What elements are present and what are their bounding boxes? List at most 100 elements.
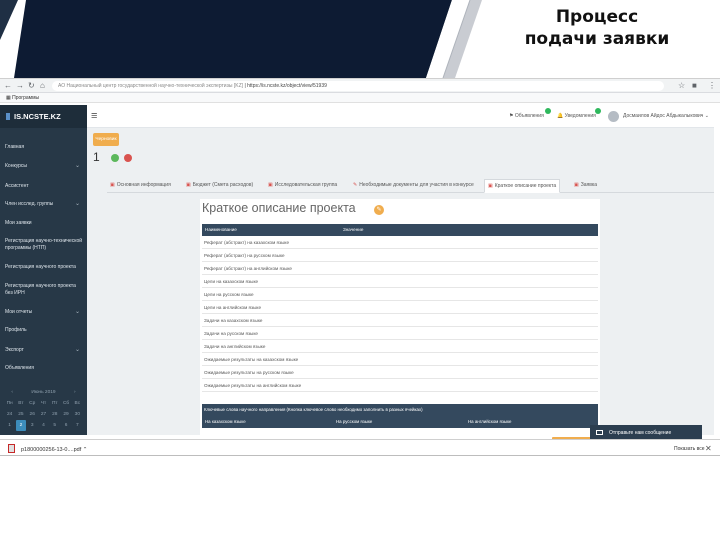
calendar-widget: ‹ Июнь 2019 › Пн Вт Ср Чт Пт Сб Вс 24 25 26 27 28 2… [0,387,87,431]
table-row: Цели на русском языке [202,288,598,301]
chevron-down-icon: ⌄ [74,201,80,207]
sidebar-item-profile[interactable]: Профиль [5,327,83,334]
delete-icon[interactable] [124,154,132,162]
tab-basic-info[interactable]: ▣ Основная информация [107,179,174,193]
brand-logo-icon [6,113,10,120]
mail-icon [596,430,603,435]
calendar-today[interactable]: 2 [15,420,26,431]
address-bar[interactable]: АО Национальный центр государственной на… [52,81,664,91]
announcements-link[interactable]: ⚑ Объявления [509,113,544,119]
announcements-badge [545,108,551,114]
extension-icon[interactable]: ■ [692,81,697,91]
bookmarks-bar: ▦ Программы [0,93,720,103]
presentation-slide: Процесс подачи заявки ← → ↻ ⌂ АО Национа… [0,0,720,540]
budget-icon: ▣ [186,182,191,188]
home-icon[interactable]: ⌂ [40,81,45,90]
tab-documents[interactable]: ✎ Необходимые документы для участия в кон… [350,179,477,193]
back-icon[interactable]: ← [4,81,12,90]
downloads-bar: p1800000256-13-0....pdf ⌃ Показать все ✕ [0,439,720,455]
browser-screenshot: ← → ↻ ⌂ АО Национальный центр государств… [0,78,720,456]
column-value: Значение [343,227,364,232]
sidebar-item-announcements[interactable]: Объявления [5,365,83,372]
sidebar-item-register-project[interactable]: Регистрация научного проекта [5,264,83,271]
group-icon: ▣ [268,182,273,188]
pdf-file-icon [8,444,15,453]
calendar-header: ‹ Июнь 2019 › [0,387,87,398]
table-row: Ожидаемые результаты на русском языке [202,366,598,379]
brand-name: IS.NCSTE.KZ [14,112,61,121]
status-badge: Черновик [93,133,119,146]
documents-icon: ✎ [353,182,358,188]
table-row: Задачи на казахском языке [202,314,598,327]
brand[interactable]: IS.NCSTE.KZ [0,105,87,128]
download-filename: p1800000256-13-0....pdf [21,447,82,453]
keywords-table-header: Ключевые слова научного направления (Кно… [202,404,598,428]
chevron-down-icon: ⌄ [74,309,80,315]
tab-short-description[interactable]: ▣ Краткое описание проекта [484,179,561,193]
avatar[interactable] [608,111,619,122]
edit-icon[interactable]: ✎ [374,205,384,215]
prev-month-icon[interactable]: ‹ [7,387,17,398]
notifications-badge [595,108,601,114]
calendar-week: 1234567 [0,420,87,431]
chat-label: Отправьте нам сообщение [609,430,672,436]
hamburger-menu-icon[interactable]: ≡ [91,110,97,122]
sidebar-item-my-applications[interactable]: Мои заявки [5,220,83,227]
table-row: Реферат (абстракт) на казахском языке [202,236,598,249]
forward-icon[interactable]: → [16,81,24,90]
top-navbar: ≡ ⚑ Объявления 🔔 Уведомления Досмаилов А… [87,105,714,128]
confirm-icon[interactable] [111,154,119,162]
column-name: Наименование [205,227,237,232]
short-description-panel: Краткое описание проекта ✎ Наименование … [200,199,600,435]
sidebar-item-group-member[interactable]: Член исслед. группы ⌄ [5,201,83,208]
tab-bar: ▣ Основная информация ▣ Бюджет (Смета расх… [107,179,714,193]
chevron-down-icon: ⌄ [74,347,80,353]
bookmark-programs[interactable]: Программы [12,95,39,101]
slide-title-line-2: подачи заявки [524,29,670,49]
slide-title-line-1: Процесс [555,7,639,27]
tab-application[interactable]: ▣ Заявка [571,179,600,193]
table-row: Цели на казахском языке [202,275,598,288]
sidebar: IS.NCSTE.KZ Главная Конкурсы ⌄ Ассистент … [0,105,87,435]
table-row: Реферат (абстракт) на русском языке [202,249,598,262]
show-all-downloads[interactable]: Показать все [674,446,705,452]
table-row: Задачи на английском языке [202,340,598,353]
sidebar-item-competitions[interactable]: Конкурсы ⌄ [5,163,83,170]
reload-icon[interactable]: ↻ [28,81,35,90]
star-icon[interactable]: ☆ [678,81,685,91]
tab-research-group[interactable]: ▣ Исследовательская группа [265,179,340,193]
sidebar-item-my-reports[interactable]: Мои отчеты ⌄ [5,309,83,316]
tab-budget[interactable]: ▣ Бюджет (Смета расходов) [183,179,256,193]
description-icon: ▣ [488,183,493,189]
download-item[interactable]: p1800000256-13-0....pdf ⌃ [8,444,87,453]
application-icon: ▣ [574,182,579,188]
table-row: Реферат (абстракт) на английском языке [202,262,598,275]
table-row: Ожидаемые результаты на казахском языке [202,353,598,366]
sidebar-item-assistant[interactable]: Ассистент [5,183,83,190]
slide-title: Процесс подачи заявки [512,6,682,50]
info-icon: ▣ [110,182,115,188]
keywords-col-kz: На казахском языке [205,419,246,424]
menu-dots-icon[interactable]: ⋮ [708,81,716,91]
keywords-col-en: На английском языке [468,419,512,424]
sidebar-item-register-project-no-irn[interactable]: Регистрация научного проекта без ИРН [5,283,83,296]
address-url: https://is.ncste.kz/object/view/51939 [247,83,327,89]
next-month-icon[interactable]: › [70,387,80,398]
project-number: 1 [93,150,100,164]
calendar-weekdays: Пн Вт Ср Чт Пт Сб Вс [6,401,81,406]
table-row: Задачи на русском языке [202,327,598,340]
calendar-week: 24 25 26 27 28 29 30 [6,412,80,417]
section-title: Краткое описание проекта [202,201,356,215]
main-content: ≡ ⚑ Объявления 🔔 Уведомления Досмаилов А… [87,105,714,435]
sidebar-item-home[interactable]: Главная [5,144,83,151]
apps-icon[interactable]: ▦ [6,95,11,101]
address-site: АО Национальный центр государственной на… [58,83,244,89]
close-icon[interactable]: ✕ [705,444,712,453]
browser-toolbar: ← → ↻ ⌂ АО Национальный центр государств… [0,79,720,93]
keywords-title: Ключевые слова научного направления (Кно… [204,407,423,412]
sidebar-item-register-ntp[interactable]: Регистрация научно-технической программы… [5,238,83,251]
table-row: Цели на английском языке [202,301,598,314]
user-menu[interactable]: Досмаилов Айдос Абдыкалыкович ⌄ [623,113,709,119]
sidebar-item-export[interactable]: Экспорт ⌄ [5,347,83,354]
notifications-link[interactable]: 🔔 Уведомления [557,113,596,119]
